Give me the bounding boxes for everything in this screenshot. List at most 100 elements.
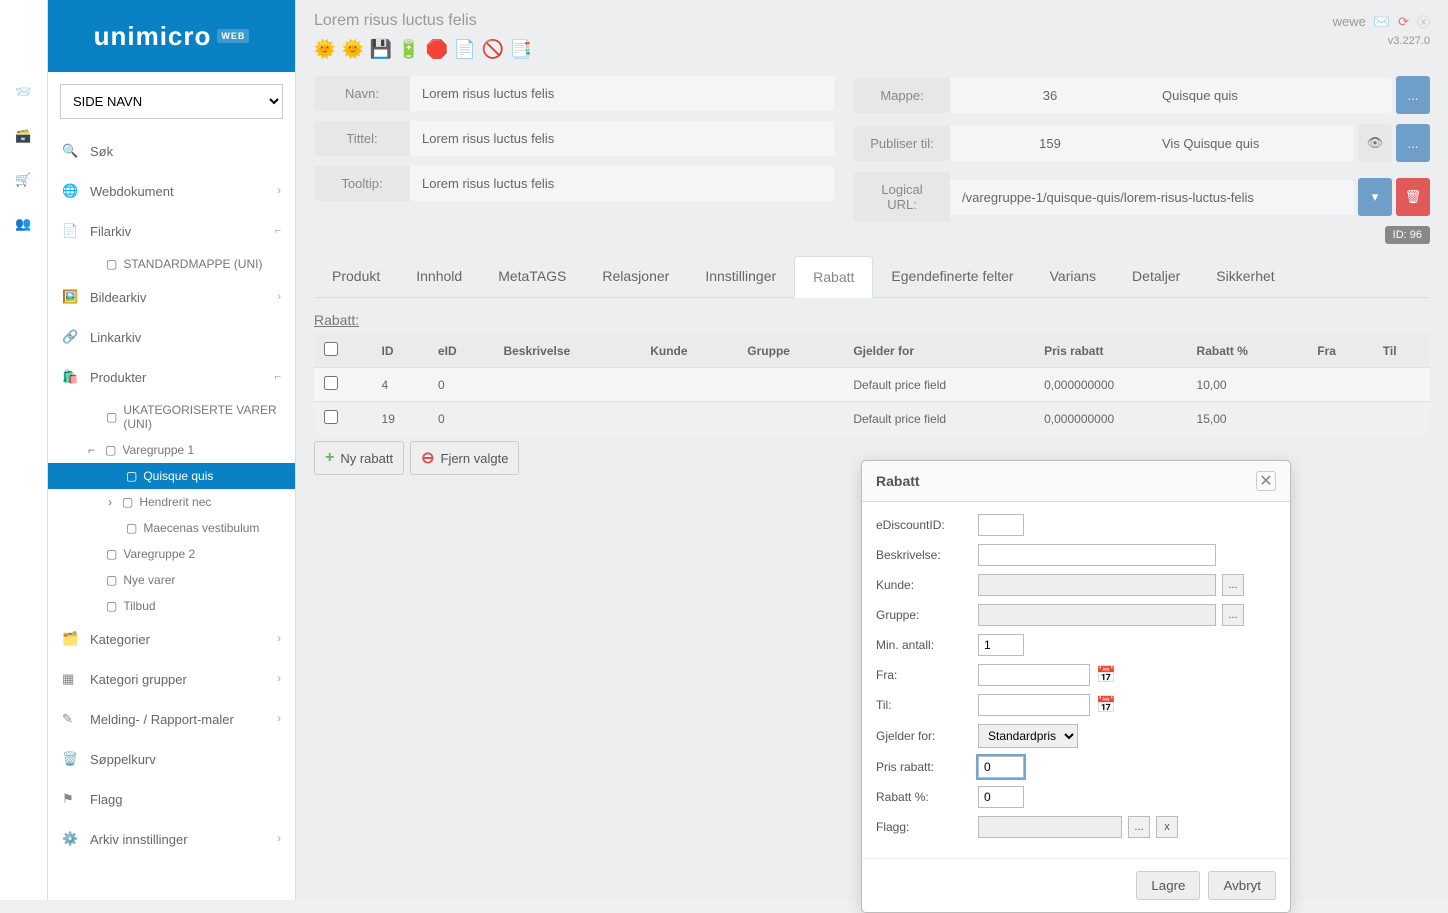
gjelder-select[interactable]: Standardpris [978,724,1078,748]
version: v3.227.0 [1388,35,1430,47]
tab-sikkerhet[interactable]: Sikkerhet [1198,256,1292,297]
table-row[interactable]: 190Default price field0,00000000015,00 [314,402,1430,436]
folder-icon: ▢ [126,521,137,535]
tab-relasjoner[interactable]: Relasjoner [584,256,687,297]
tab-innhold[interactable]: Innhold [398,256,480,297]
beskrivelse-input[interactable] [978,544,1216,566]
rabattpct-input[interactable] [978,786,1024,808]
nav-flagg[interactable]: ⚑ Flagg [48,779,295,819]
flagg-input[interactable] [978,816,1122,838]
tab-detaljer[interactable]: Detaljer [1114,256,1198,297]
rail-archive-icon[interactable]: 🗃️ [12,124,36,148]
publiser-picker-button[interactable]: ... [1396,124,1430,162]
prisrabatt-input[interactable] [978,756,1024,778]
visibility-button[interactable]: 👁 [1358,124,1392,162]
mappe-input[interactable] [1150,78,1392,113]
dialog-close-button[interactable]: ✕ [1256,471,1276,491]
tab-produkt[interactable]: Produkt [314,256,398,297]
toolbar-new-icon[interactable]: 📄 [454,38,476,60]
grid-icon: ▦ [62,671,80,687]
gruppe-input[interactable] [978,604,1216,626]
toolbar-battery-icon[interactable]: 🔋 [398,38,420,60]
fra-input[interactable] [978,664,1090,686]
rail-cart-icon[interactable]: 🛒 [12,168,36,192]
flagg-picker-button[interactable]: ... [1128,816,1150,838]
tab-rabatt[interactable]: Rabatt [794,256,873,298]
dialog-save-button[interactable]: Lagre [1136,871,1200,900]
calendar-icon[interactable]: 📅 [1096,665,1116,685]
produkter-sub-vg1[interactable]: ⌐▢Varegruppe 1 [48,437,295,463]
mappe-picker-button[interactable]: ... [1396,76,1430,114]
dialog-cancel-button[interactable]: Avbryt [1208,871,1276,900]
publiser-input[interactable] [1150,126,1354,161]
nav-soppelkurv[interactable]: 🗑️ Søppelkurv [48,739,295,779]
rail-users-icon[interactable]: 👥 [12,212,36,236]
toolbar-sun-icon[interactable]: 🌞 [314,38,336,60]
produkter-sub-quisque[interactable]: ▢Quisque quis [48,463,295,489]
file-icon: 📄 [62,223,80,239]
nav-kategorier[interactable]: 🗂️ Kategorier › [48,619,295,659]
produkter-sub-ukat[interactable]: ▢UKATEGORISERTE VARER (UNI) [48,397,295,437]
nav-kategori-grupper[interactable]: ▦ Kategori grupper › [48,659,295,699]
kunde-input[interactable] [978,574,1216,596]
refresh-icon[interactable]: ⟳ [1398,14,1409,30]
page-select[interactable]: SIDE NAVN [60,84,283,119]
globe-icon: 🌐 [62,183,80,199]
kunde-picker-button[interactable]: ... [1222,574,1244,596]
minantall-input[interactable] [978,634,1024,656]
mail-icon[interactable]: ✉️ [1374,14,1390,30]
minantall-label: Min. antall: [876,638,972,652]
nav-melding[interactable]: ✎ Melding- / Rapport-maler › [48,699,295,739]
url-input[interactable] [950,180,1354,215]
table-row[interactable]: 40Default price field0,00000000010,00 [314,368,1430,402]
publiser-num[interactable] [950,126,1150,161]
produkter-sub-maecenas[interactable]: ▢Maecenas vestibulum [48,515,295,541]
url-delete-button[interactable]: 🗑 [1396,178,1430,216]
til-input[interactable] [978,694,1090,716]
row-checkbox[interactable] [324,376,338,390]
tab-metatags[interactable]: MetaTAGS [480,256,584,297]
nav-filarkiv[interactable]: 📄 Filarkiv ⌐ [48,211,295,251]
folder-icon: ▢ [106,410,117,424]
mappe-num[interactable] [950,78,1150,113]
nav-produkter[interactable]: 🛍️ Produkter ⌐ [48,357,295,397]
gruppe-picker-button[interactable]: ... [1222,604,1244,626]
toolbar-save-icon[interactable]: 💾 [370,38,392,60]
nav-arkiv-innstillinger[interactable]: ⚙️ Arkiv innstillinger › [48,819,295,859]
col-header [314,334,372,368]
produkter-sub-vg2[interactable]: ▢Varegruppe 2 [48,541,295,567]
tooltip-input[interactable] [410,166,834,201]
nav-webdokument[interactable]: 🌐 Webdokument › [48,171,295,211]
navn-input[interactable] [410,76,834,111]
new-rabatt-button[interactable]: +Ny rabatt [314,441,404,475]
rabatt-dialog: Rabatt ✕ eDiscountID: Beskrivelse: Kunde… [861,460,1291,913]
filarkiv-sub-standard[interactable]: ▢ STANDARDMAPPE (UNI) [48,251,295,277]
select-all-checkbox[interactable] [324,342,338,356]
toolbar: 🌞 🌞 💾 🔋 🛑 📄 🚫 📑 [314,38,532,60]
url-dropdown-button[interactable]: ▾ [1358,178,1392,216]
row-checkbox[interactable] [324,410,338,424]
rail-inbox-icon[interactable]: 📨 [12,80,36,104]
nav-search[interactable]: 🔍 Søk [48,131,295,171]
produkter-sub-nye[interactable]: ▢Nye varer [48,567,295,593]
hierarchy-icon: 🗂️ [62,631,80,647]
toolbar-copy-icon[interactable]: 📑 [510,38,532,60]
nav-linkarkiv[interactable]: 🔗 Linkarkiv [48,317,295,357]
remove-selected-button[interactable]: ⊖Fjern valgte [410,441,519,475]
calendar-icon[interactable]: 📅 [1096,695,1116,715]
produkter-sub-hendrerit[interactable]: ›▢Hendrerit nec [48,489,295,515]
toolbar-sun-plus-icon[interactable]: 🌞 [342,38,364,60]
produkter-sub-tilbud[interactable]: ▢Tilbud [48,593,295,619]
tittel-input[interactable] [410,121,834,156]
flagg-clear-button[interactable]: x [1156,816,1178,838]
tab-innstillinger[interactable]: Innstillinger [687,256,794,297]
app-logo: unimicroWEB [48,0,295,72]
toolbar-stop-icon[interactable]: 🛑 [426,38,448,60]
tab-egendefinerte-felter[interactable]: Egendefinerte felter [873,256,1031,297]
close-icon[interactable]: ⓧ [1417,12,1430,31]
toolbar-forbid-icon[interactable]: 🚫 [482,38,504,60]
beskrivelse-label: Beskrivelse: [876,548,972,562]
ediscountid-input[interactable] [978,514,1024,536]
tab-varians[interactable]: Varians [1032,256,1114,297]
nav-bildearkiv[interactable]: 🖼️ Bildearkiv › [48,277,295,317]
